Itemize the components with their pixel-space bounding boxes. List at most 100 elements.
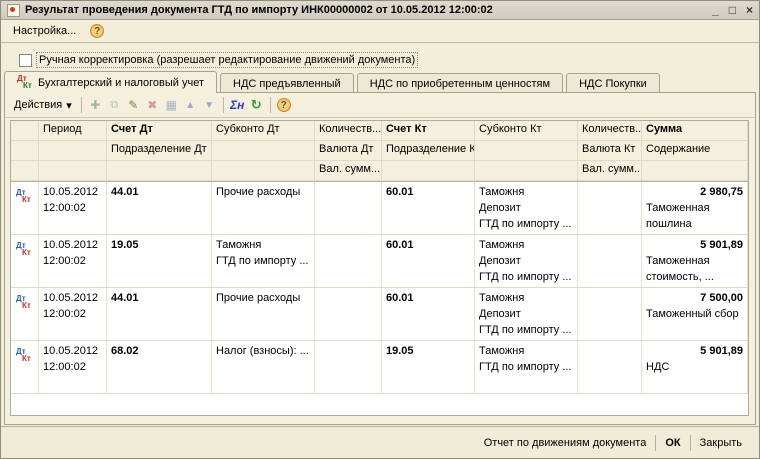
totals-icon[interactable]: Σн — [228, 96, 247, 114]
add-icon[interactable]: ✚ — [86, 96, 105, 114]
dt-kt-icon: ДтКт — [11, 235, 39, 287]
close-window-button[interactable]: Закрыть — [691, 434, 751, 452]
help-icon[interactable]: ? — [90, 24, 104, 38]
edit-icon[interactable]: ✎ — [124, 96, 143, 114]
cell-quantity-kt — [578, 288, 642, 340]
table-row[interactable]: ДтКт 10.05.201212:00:02 44.01 Прочие рас… — [11, 288, 748, 341]
tab-label: НДС предъявленный — [233, 78, 341, 90]
cell-subconto-kt: ТаможняДепозитГТД по импорту ... — [475, 182, 578, 234]
dt-kt-icon: ДтКт — [11, 288, 39, 340]
table-header: Период Счет Дт Субконто Дт Количеств... … — [11, 121, 748, 182]
cell-subconto-dt: ТаможняГТД по импорту ... — [212, 235, 315, 287]
cell-account-dt: 68.02 — [107, 341, 212, 393]
cell-account-dt: 19.05 — [107, 235, 212, 287]
tab-content-panel: Действия▾ ✚ ⧉ ✎ ✖ ▦ ▲ ▼ Σн ↻ ? Период Сч… — [4, 92, 756, 425]
cell-account-kt: 60.01 — [382, 235, 475, 287]
move-up-icon[interactable]: ▲ — [181, 96, 200, 114]
table-row[interactable]: ДтКт 10.05.201212:00:02 68.02 Налог (взн… — [11, 341, 748, 394]
cell-quantity-kt — [578, 235, 642, 287]
col-currency-amount-dt[interactable]: Вал. сумм... — [315, 161, 382, 181]
dt-kt-icon: ДтКт — [11, 341, 39, 393]
delete-icon[interactable]: ✖ — [143, 96, 162, 114]
cell-subconto-kt: ТаможняГТД по импорту ... — [475, 341, 578, 393]
cell-account-kt: 60.01 — [382, 288, 475, 340]
table-row[interactable]: ДтКт 10.05.201212:00:02 44.01 Прочие рас… — [11, 182, 748, 235]
col-account-dt[interactable]: Счет Дт — [107, 121, 212, 141]
col-currency-amount-kt[interactable]: Вал. сумм... — [578, 161, 642, 181]
refresh-icon[interactable]: ↻ — [247, 96, 266, 114]
sum-value: 5 901,89 — [646, 343, 743, 359]
dt-kt-icon: ДтКт — [11, 182, 39, 234]
app-icon — [7, 4, 20, 17]
cell-account-dt: 44.01 — [107, 288, 212, 340]
cell-account-dt: 44.01 — [107, 182, 212, 234]
move-down-icon[interactable]: ▼ — [200, 96, 219, 114]
cell-account-kt: 19.05 — [382, 341, 475, 393]
footer-bar: Отчет по движениям документа ОК Закрыть — [1, 426, 759, 458]
sum-value: 5 901,89 — [646, 237, 743, 253]
cell-subconto-kt: ТаможняДепозитГТД по импорту ... — [475, 288, 578, 340]
col-subconto-kt[interactable]: Субконто Кт — [475, 121, 578, 141]
actions-menu-button[interactable]: Действия▾ — [9, 97, 77, 114]
cell-quantity-dt — [315, 182, 382, 234]
titlebar: Результат проведения документа ГТД по им… — [1, 1, 759, 20]
cell-subconto-dt: Налог (взносы): ... — [212, 341, 315, 393]
cell-quantity-dt — [315, 288, 382, 340]
ok-button[interactable]: ОК — [656, 434, 689, 452]
cell-quantity-dt — [315, 341, 382, 393]
content-value: Таможенный сбор — [646, 306, 743, 322]
col-currency-kt[interactable]: Валюта Кт — [578, 141, 642, 161]
cell-subconto-kt: ТаможняДепозитГТД по импорту ... — [475, 235, 578, 287]
close-button[interactable]: × — [746, 4, 753, 16]
dt-kt-icon: ДтКт — [17, 75, 33, 90]
cell-sum: 5 901,89 Таможенная стоимость, ... — [642, 235, 748, 287]
col-content[interactable]: Содержание — [642, 141, 748, 161]
window-title: Результат проведения документа ГТД по им… — [25, 4, 712, 16]
menubar: Настройка... ? — [1, 20, 759, 43]
sum-value: 7 500,00 — [646, 290, 743, 306]
settings-button[interactable]: Настройка... — [9, 23, 80, 39]
tab-label: НДС Покупки — [579, 78, 647, 90]
col-period[interactable]: Период — [39, 121, 107, 141]
tab-vat-purchases[interactable]: НДС Покупки — [566, 73, 660, 93]
tab-label: НДС по приобретенным ценностям — [370, 78, 550, 90]
tab-vat-acquired[interactable]: НДС по приобретенным ценностям — [357, 73, 563, 93]
cell-period: 10.05.201212:00:02 — [39, 288, 107, 340]
col-currency-dt[interactable]: Валюта Дт — [315, 141, 382, 161]
cell-subconto-dt: Прочие расходы — [212, 288, 315, 340]
finish-editing-icon[interactable]: ▦ — [162, 96, 181, 114]
content-value: Таможенная стоимость, ... — [646, 253, 743, 285]
toolbar-help-icon[interactable]: ? — [277, 98, 291, 112]
cell-period: 10.05.201212:00:02 — [39, 235, 107, 287]
tab-accounting[interactable]: ДтКт Бухгалтерский и налоговый учет — [4, 71, 217, 93]
sum-value: 2 980,75 — [646, 184, 743, 200]
cell-quantity-kt — [578, 341, 642, 393]
cell-period: 10.05.201212:00:02 — [39, 341, 107, 393]
report-movements-button[interactable]: Отчет по движениям документа — [475, 434, 656, 452]
manual-adjustment-label[interactable]: Ручная корректировка (разрешает редактир… — [37, 53, 417, 67]
minimize-button[interactable]: _ — [712, 4, 719, 16]
col-subdivision-kt[interactable]: Подразделение Кт — [382, 141, 475, 161]
cell-account-kt: 60.01 — [382, 182, 475, 234]
manual-adjustment-checkbox[interactable] — [19, 54, 32, 67]
col-quantity-dt[interactable]: Количеств... — [315, 121, 382, 141]
table-row[interactable]: ДтКт 10.05.201212:00:02 19.05 ТаможняГТД… — [11, 235, 748, 288]
col-sum[interactable]: Сумма — [642, 121, 748, 141]
tab-vat-presented[interactable]: НДС предъявленный — [220, 73, 354, 93]
manual-adjustment-row: Ручная корректировка (разрешает редактир… — [19, 53, 417, 67]
col-quantity-kt[interactable]: Количеств... — [578, 121, 642, 141]
tab-bar: ДтКт Бухгалтерский и налоговый учет НДС … — [4, 71, 756, 93]
copy-icon[interactable]: ⧉ — [105, 96, 124, 114]
tab-label: Бухгалтерский и налоговый учет — [38, 77, 204, 89]
table-toolbar: Действия▾ ✚ ⧉ ✎ ✖ ▦ ▲ ▼ Σн ↻ ? — [5, 93, 755, 118]
postings-table: Период Счет Дт Субконто Дт Количеств... … — [10, 120, 749, 416]
col-subconto-dt[interactable]: Субконто Дт — [212, 121, 315, 141]
content-value: Таможенная пошлина — [646, 200, 743, 232]
content-value: НДС — [646, 359, 743, 375]
maximize-button[interactable]: □ — [729, 4, 736, 16]
col-subdivision-dt[interactable]: Подразделение Дт — [107, 141, 212, 161]
cell-quantity-kt — [578, 182, 642, 234]
cell-sum: 5 901,89 НДС — [642, 341, 748, 393]
col-account-kt[interactable]: Счет Кт — [382, 121, 475, 141]
cell-quantity-dt — [315, 235, 382, 287]
